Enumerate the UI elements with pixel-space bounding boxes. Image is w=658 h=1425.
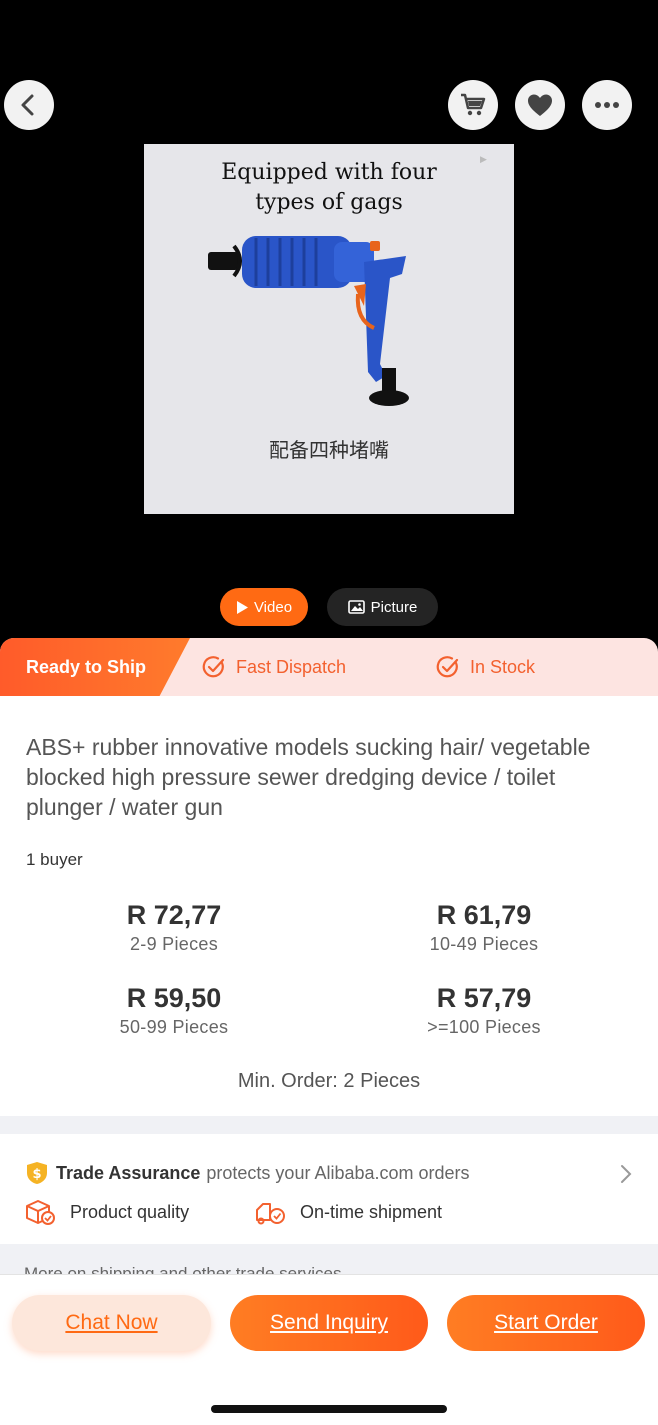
box-check-icon: [26, 1200, 55, 1225]
tab-picture[interactable]: Picture: [327, 588, 438, 626]
in-stock-label: In Stock: [470, 656, 536, 677]
tab-video-label: Video: [253, 598, 293, 616]
feature-shipment-label: On-time shipment: [300, 1201, 443, 1222]
favorite-button[interactable]: [515, 80, 565, 130]
more-dots-icon: [595, 102, 619, 108]
feature-product-quality: Product quality: [24, 1198, 189, 1226]
price-tier: R 61,79 10-49 Pieces: [374, 898, 594, 955]
more-button[interactable]: [582, 80, 632, 130]
send-inquiry-button[interactable]: Send Inquiry: [230, 1295, 428, 1351]
buyer-count: 1 buyer: [26, 850, 83, 869]
min-order: Min. Order: 2 Pieces: [237, 1070, 421, 1092]
price-tier: R 59,50 50-99 Pieces: [64, 981, 284, 1038]
fast-dispatch-label: Fast Dispatch: [236, 656, 347, 677]
tier-quantity: >=100 Pieces: [427, 1017, 541, 1037]
tab-picture-label: Picture: [370, 598, 418, 616]
svg-text:$: $: [32, 1167, 41, 1182]
heart-icon: [528, 94, 552, 116]
tier-quantity: 10-49 Pieces: [429, 934, 539, 954]
action-bar: Chat Now Send Inquiry Start Order: [0, 1274, 658, 1425]
ready-to-ship-badge: Ready to Ship: [0, 638, 190, 696]
tier-price: R 61,79: [436, 900, 532, 930]
check-circle-icon: [202, 656, 225, 678]
trade-assurance-text: protects your Alibaba.com orders: [206, 1162, 470, 1183]
media-gallery: Equipped with four types of gags ▶ 配备四种堵…: [0, 0, 658, 660]
ready-to-ship-label: Ready to Ship: [26, 656, 147, 677]
play-icon: [236, 600, 248, 614]
start-order-button[interactable]: Start Order: [447, 1295, 645, 1351]
chat-now-button[interactable]: Chat Now: [12, 1295, 211, 1351]
feature-quality-label: Product quality: [70, 1201, 190, 1222]
chevron-right-icon: [621, 1165, 632, 1183]
tier-quantity: 50-99 Pieces: [119, 1017, 229, 1037]
home-indicator[interactable]: [211, 1405, 447, 1413]
tab-video[interactable]: Video: [220, 588, 308, 626]
trade-assurance-line: $ Trade Assurance protects your Alibaba.…: [24, 1160, 470, 1186]
feature-on-time-shipment: On-time shipment: [254, 1198, 442, 1226]
tier-price: R 72,77: [126, 900, 222, 930]
tier-price: R 57,79: [436, 983, 532, 1013]
trade-assurance-title: Trade Assurance: [56, 1162, 201, 1183]
svg-text:▶: ▶: [480, 155, 487, 165]
product-title: ABS+ rubber innovative models sucking ha…: [26, 734, 591, 820]
cart-button[interactable]: [448, 80, 498, 130]
back-button[interactable]: [4, 80, 54, 130]
fast-dispatch-badge: Fast Dispatch: [202, 638, 346, 696]
section-divider: [0, 1116, 658, 1134]
price-tier: R 72,77 2-9 Pieces: [64, 898, 284, 955]
shipment-clock-icon: [256, 1203, 285, 1225]
image-icon: [347, 600, 365, 614]
in-stock-badge: In Stock: [436, 638, 535, 696]
chevron-left-icon: [21, 94, 34, 116]
cart-icon: [461, 93, 486, 116]
tier-quantity: 2-9 Pieces: [129, 934, 219, 954]
product-image[interactable]: Equipped with four types of gags ▶ 配备四种堵…: [144, 144, 514, 514]
tier-price: R 59,50: [126, 983, 222, 1013]
trade-assurance-section[interactable]: $ Trade Assurance protects your Alibaba.…: [0, 1134, 658, 1244]
shield-dollar-icon: $: [27, 1162, 47, 1184]
image-caption-zh: 配备四种堵嘴: [269, 438, 389, 462]
check-circle-icon: [436, 656, 459, 678]
price-tier: R 57,79 >=100 Pieces: [374, 981, 594, 1038]
shipping-badges: Ready to Ship Fast Dispatch In Stock: [0, 638, 658, 696]
